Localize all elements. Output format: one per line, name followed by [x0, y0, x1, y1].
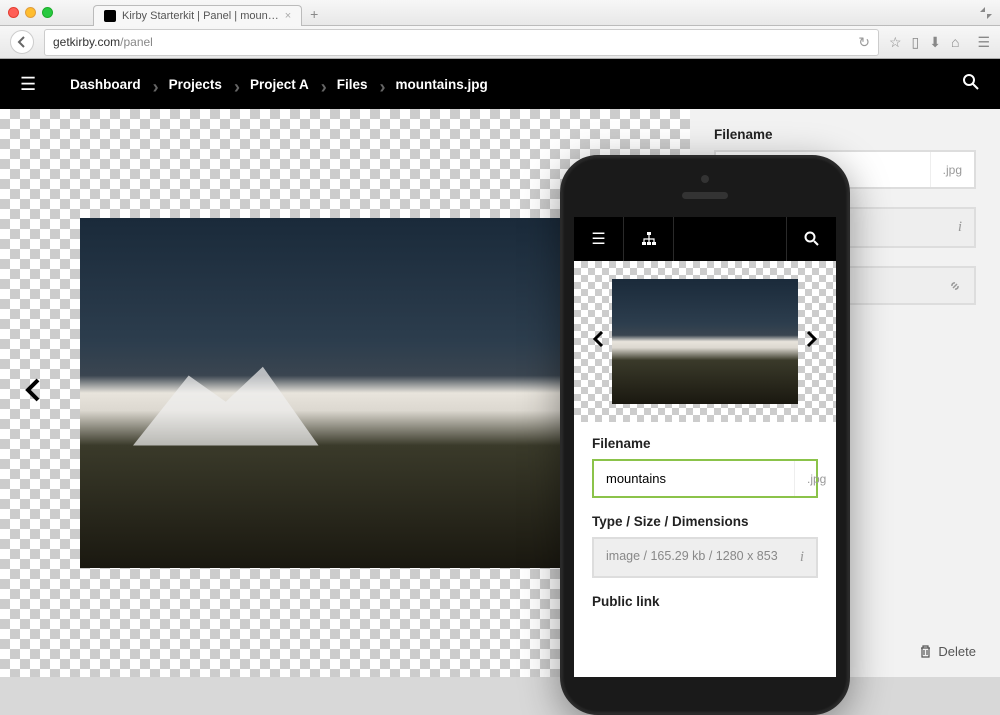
phone-meta-label: Type / Size / Dimensions: [592, 514, 818, 529]
back-button[interactable]: [10, 30, 34, 54]
breadcrumb-item[interactable]: mountains.jpg: [381, 77, 501, 92]
prev-file-button[interactable]: [15, 367, 51, 419]
menu-icon[interactable]: ☰: [977, 34, 990, 51]
star-icon[interactable]: ☆: [889, 34, 902, 51]
url-host: getkirby.com: [53, 35, 120, 49]
phone-mockup: ☰ Filename .jpg: [560, 155, 850, 715]
browser-tab[interactable]: Kirby Starterkit | Panel | moun… ×: [93, 5, 302, 26]
sitemap-icon: [641, 231, 657, 247]
phone-panel-header: ☰: [574, 217, 836, 261]
breadcrumb: Dashboard Projects Project A Files mount…: [56, 77, 942, 92]
trash-icon: [919, 645, 932, 658]
minimize-window-button[interactable]: [25, 7, 36, 18]
phone-link-label: Public link: [592, 594, 818, 609]
panel-header: ☰ Dashboard Projects Project A Files mou…: [0, 59, 1000, 109]
phone-link-field: Public link: [592, 594, 818, 617]
phone-filename-ext: .jpg: [794, 461, 836, 496]
phone-prev-button[interactable]: [592, 330, 604, 354]
url-path: /panel: [120, 35, 153, 49]
main-content: Filename .jpg i Delete: [0, 109, 1000, 677]
breadcrumb-item[interactable]: Projects: [155, 77, 236, 92]
phone-filename-input[interactable]: [594, 461, 794, 496]
titlebar-right: [980, 7, 992, 19]
filename-ext: .jpg: [930, 152, 974, 187]
search-button[interactable]: [962, 73, 980, 96]
phone-sitemap-button[interactable]: [624, 217, 674, 261]
address-bar[interactable]: getkirby.com/panel ↻: [44, 29, 879, 56]
browser-toolbar: getkirby.com/panel ↻ ☆ ▯ ⬇ ⌂ ☰: [0, 26, 1000, 59]
favicon: [104, 10, 116, 22]
breadcrumb-item[interactable]: Files: [323, 77, 382, 92]
tab-bar: Kirby Starterkit | Panel | moun… × +: [93, 0, 326, 26]
info-icon[interactable]: i: [800, 549, 804, 566]
delete-label: Delete: [938, 644, 976, 659]
phone-menu-button[interactable]: ☰: [574, 217, 624, 261]
clipboard-icon[interactable]: ▯: [912, 34, 920, 51]
chevron-left-icon: [16, 36, 28, 48]
search-icon: [804, 231, 820, 247]
link-icon[interactable]: [935, 268, 974, 303]
phone-search-button[interactable]: [786, 217, 836, 261]
delete-button[interactable]: Delete: [919, 644, 976, 659]
toolbar-icons: ☆ ▯ ⬇ ⌂ ☰: [889, 34, 990, 51]
phone-filename-field: Filename .jpg: [592, 436, 818, 498]
chevron-left-icon: [592, 330, 604, 348]
home-icon[interactable]: ⌂: [951, 34, 959, 50]
breadcrumb-item[interactable]: Project A: [236, 77, 323, 92]
phone-screen: ☰ Filename .jpg: [574, 217, 836, 677]
new-tab-button[interactable]: +: [302, 2, 326, 26]
close-window-button[interactable]: [8, 7, 19, 18]
file-preview-image: [80, 218, 610, 568]
download-icon[interactable]: ⬇: [929, 34, 941, 51]
phone-preview-area: [574, 261, 836, 422]
phone-preview-image: [612, 279, 798, 404]
phone-form: Filename .jpg Type / Size / Dimensions i…: [574, 422, 836, 631]
phone-filename-label: Filename: [592, 436, 818, 451]
phone-filename-input-group: .jpg: [592, 459, 818, 498]
phone-meta-field: Type / Size / Dimensions image / 165.29 …: [592, 514, 818, 578]
breadcrumb-item[interactable]: Dashboard: [56, 77, 155, 92]
chevron-left-icon: [25, 378, 41, 402]
phone-speaker: [682, 192, 728, 199]
phone-camera: [701, 175, 709, 183]
phone-meta-value: image / 165.29 kb / 1280 x 853: [606, 549, 778, 566]
tab-title: Kirby Starterkit | Panel | moun…: [122, 10, 279, 22]
browser-titlebar: Kirby Starterkit | Panel | moun… × +: [0, 0, 1000, 26]
reload-icon[interactable]: ↻: [858, 34, 870, 51]
window-controls: [8, 7, 53, 18]
phone-meta-readonly: image / 165.29 kb / 1280 x 853 i: [592, 537, 818, 578]
phone-next-button[interactable]: [806, 330, 818, 354]
filename-label: Filename: [714, 127, 976, 142]
search-icon: [962, 73, 980, 91]
fullscreen-icon[interactable]: [980, 7, 992, 19]
chevron-right-icon: [806, 330, 818, 348]
panel-menu-button[interactable]: ☰: [20, 74, 36, 95]
zoom-window-button[interactable]: [42, 7, 53, 18]
tab-close-icon[interactable]: ×: [285, 10, 291, 22]
info-icon[interactable]: i: [945, 209, 974, 246]
